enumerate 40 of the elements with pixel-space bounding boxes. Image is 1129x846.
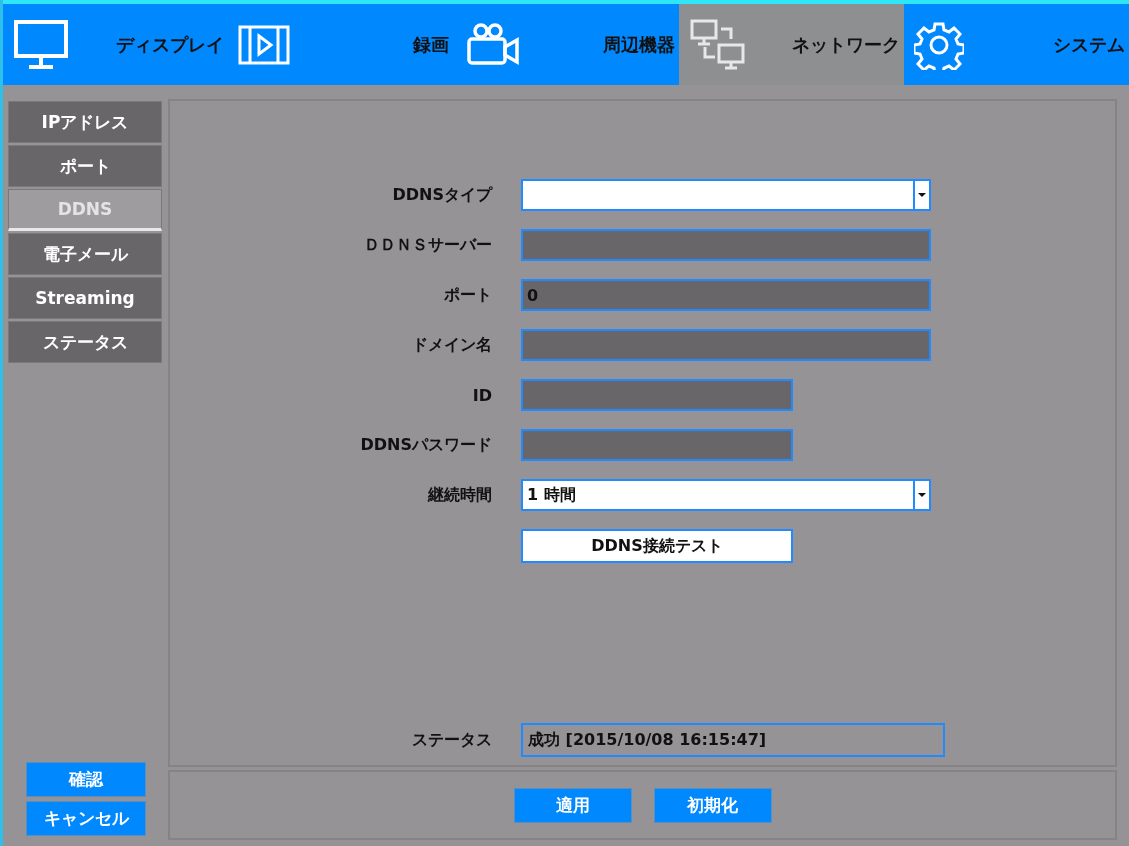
dropdown-field[interactable] <box>521 179 931 211</box>
tab-label: ディスプレイ <box>116 32 225 57</box>
field-label: ID <box>471 385 492 405</box>
field-label: DDNSタイプ <box>391 184 492 206</box>
sidebar-item[interactable]: IPアドレス <box>8 101 162 143</box>
confirm-button[interactable]: 確認 <box>26 762 146 797</box>
input-field[interactable]: 0 <box>521 279 931 311</box>
field-label: ドメイン名 <box>411 334 492 356</box>
monitor-icon <box>13 18 69 71</box>
field-label: DDNSパスワード <box>359 434 492 456</box>
reset-button[interactable]: 初期化 <box>653 787 772 823</box>
field-label: 継続時間 <box>426 484 492 506</box>
dropdown-field[interactable]: 1 時間 <box>521 479 931 511</box>
film-icon <box>238 24 291 65</box>
menu-tab[interactable]: システム <box>903 4 1129 85</box>
dropdown-caret-icon <box>913 481 929 509</box>
field-label: ＤＤＮＳサーバー <box>363 234 492 256</box>
menu-tab[interactable]: ネットワーク <box>678 4 904 85</box>
dropdown-caret-icon <box>913 181 929 209</box>
sidebar-item[interactable]: 電子メール <box>8 233 162 275</box>
field-label: ポート <box>443 284 492 306</box>
input-field[interactable] <box>521 329 931 361</box>
menu-tab[interactable]: 周辺機器 <box>453 4 679 85</box>
menu-tab[interactable]: 録画 <box>228 4 454 85</box>
sidebar-item[interactable]: Streaming <box>8 277 162 319</box>
sidebar-item[interactable]: ステータス <box>8 321 162 363</box>
tab-label: ネットワーク <box>791 32 900 57</box>
status-field: 成功 [2015/10/08 16:15:47] <box>521 723 945 757</box>
input-field[interactable] <box>521 229 931 261</box>
tab-label: 録画 <box>413 32 450 57</box>
tab-label: 周辺機器 <box>602 32 675 57</box>
sidebar-item[interactable]: ポート <box>8 145 162 187</box>
menu-tab[interactable]: ディスプレイ <box>3 4 229 85</box>
input-field[interactable] <box>521 379 793 411</box>
input-field[interactable] <box>521 429 793 461</box>
connection-test-button[interactable]: DDNS接続テスト <box>521 529 793 563</box>
apply-button[interactable]: 適用 <box>513 787 632 823</box>
status-label: ステータス <box>411 729 492 751</box>
cancel-button[interactable]: キャンセル <box>26 801 146 836</box>
tab-label: システム <box>1053 32 1125 57</box>
